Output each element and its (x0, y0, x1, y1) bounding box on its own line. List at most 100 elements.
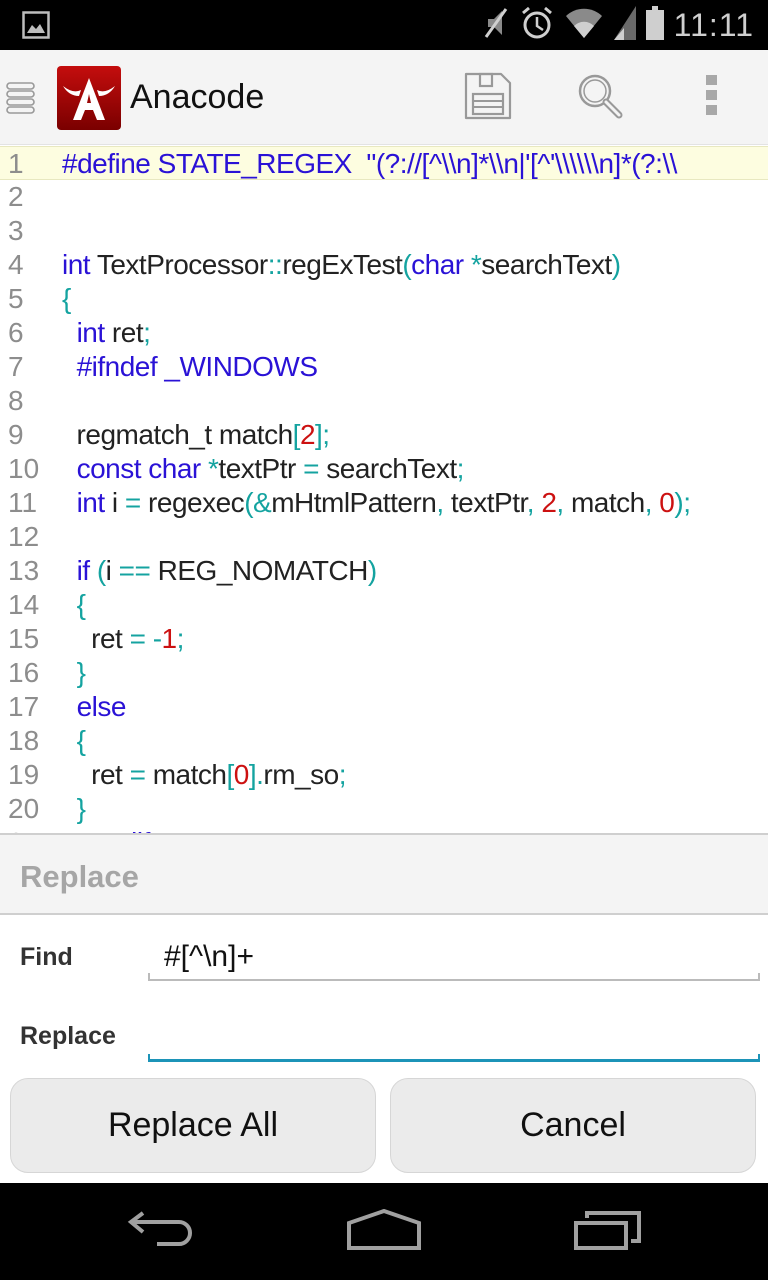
code-token: char (411, 249, 464, 280)
code-line[interactable]: 10 const char *textPtr = searchText; (0, 452, 768, 486)
code-line[interactable]: 21 #endif (0, 826, 768, 833)
home-button[interactable] (334, 1205, 434, 1260)
status-bar: 11:11 (0, 0, 768, 50)
code-token: , (644, 487, 653, 518)
code-token: else (76, 691, 127, 722)
code-line[interactable]: 3 (0, 214, 768, 248)
search-icon (575, 71, 625, 126)
line-number: 8 (8, 385, 24, 416)
search-button[interactable] (572, 70, 628, 126)
code-line[interactable]: 19 ret = match[0].rm_so; (0, 758, 768, 792)
line-number: 2 (8, 181, 24, 212)
code-token: #define STATE_REGEX "(?://[^\\n]*\\n|'[^… (62, 148, 677, 179)
app-logo[interactable] (57, 66, 121, 130)
code-token: ]; (315, 419, 330, 450)
code-token: searchText (481, 249, 612, 280)
line-number: 7 (8, 351, 24, 382)
code-line[interactable]: 1 #define STATE_REGEX "(?://[^\\n]*\\n|'[… (0, 146, 768, 180)
code-token: - (145, 623, 162, 654)
code-text: { (62, 588, 86, 622)
code-token: (& (244, 487, 272, 518)
code-line[interactable]: 5{ (0, 282, 768, 316)
code-text: } (62, 656, 86, 690)
replace-input[interactable] (148, 1018, 760, 1058)
code-token: i (105, 555, 119, 586)
back-button[interactable] (110, 1205, 210, 1260)
line-number: 18 (8, 725, 40, 756)
code-line[interactable]: 13 if (i == REG_NOMATCH) (0, 554, 768, 588)
line-number: 21 (8, 826, 58, 833)
replace-label: Replace (20, 1022, 116, 1050)
code-line[interactable]: 7 #ifndef _WINDOWS (0, 350, 768, 384)
find-label: Find (20, 943, 73, 971)
mute-icon (482, 5, 510, 46)
code-token: { (62, 283, 71, 314)
code-token: = (129, 759, 146, 790)
code-token: ]. (248, 759, 264, 790)
find-input[interactable] (148, 937, 760, 977)
code-token: :: (267, 249, 283, 280)
code-token: ) (367, 555, 377, 586)
code-token: if (76, 555, 91, 586)
code-token: 1 (161, 623, 178, 654)
code-line[interactable]: 6 int ret; (0, 316, 768, 350)
code-text: ret = -1; (62, 622, 184, 656)
code-token: 2 (299, 419, 316, 450)
code-line[interactable]: 12 (0, 520, 768, 554)
code-token: , (436, 487, 444, 518)
code-line[interactable]: 16 } (0, 656, 768, 690)
code-editor[interactable]: 1 #define STATE_REGEX "(?://[^\\n]*\\n|'[… (0, 145, 768, 833)
code-line[interactable]: 14 { (0, 588, 768, 622)
replace-field[interactable] (148, 1018, 760, 1062)
overflow-menu-button[interactable] (684, 70, 740, 126)
code-line[interactable]: 4 int TextProcessor::regExTest(char *sear… (0, 248, 768, 282)
code-line[interactable]: 11 int i = regexec(&mHtmlPattern, textPt… (0, 486, 768, 520)
line-number: 13 (8, 555, 40, 586)
recent-apps-button[interactable] (558, 1205, 658, 1260)
code-line[interactable]: 9 regmatch_t match[2]; (0, 418, 768, 452)
code-line[interactable]: 15 ret = -1; (0, 622, 768, 656)
code-text: ret = match[0].rm_so; (62, 758, 346, 792)
back-icon (125, 1210, 195, 1255)
code-line[interactable]: 17 else (0, 690, 768, 724)
code-token: ret (104, 317, 144, 348)
code-text: #endif (62, 826, 151, 833)
code-line[interactable]: 2 (0, 180, 768, 214)
hamburger-icon (6, 82, 36, 118)
drawer-menu-button[interactable] (6, 82, 36, 119)
gallery-notification-icon (22, 11, 50, 44)
code-line[interactable]: 18 { (0, 724, 768, 758)
code-token: textPtr (443, 487, 527, 518)
code-token: rm_so (263, 759, 339, 790)
code-token: ; (143, 317, 151, 348)
code-token: ret (62, 759, 130, 790)
line-number: 12 (8, 521, 40, 552)
code-text: } (62, 792, 86, 826)
code-token: 0 (652, 487, 675, 518)
find-field[interactable] (148, 937, 760, 981)
code-text: { (62, 724, 86, 758)
code-token: { (76, 589, 86, 620)
code-token: searchText (318, 453, 457, 484)
cancel-button[interactable]: Cancel (390, 1078, 756, 1173)
save-button[interactable] (460, 70, 516, 126)
code-token: regexec (140, 487, 245, 518)
clock: 11:11 (673, 6, 754, 43)
replace-all-button[interactable]: Replace All (10, 1078, 376, 1173)
code-token: ; (176, 623, 185, 654)
save-icon (463, 71, 513, 126)
line-number: 20 (8, 793, 40, 824)
code-text: const char *textPtr = searchText; (62, 452, 465, 486)
line-number: 19 (8, 759, 40, 790)
code-line[interactable]: 8 (0, 384, 768, 418)
line-number: 4 (8, 249, 24, 280)
code-line[interactable]: 20 } (0, 792, 768, 826)
code-token: ); (674, 487, 691, 518)
home-icon (346, 1208, 422, 1256)
code-token: match (563, 487, 645, 518)
